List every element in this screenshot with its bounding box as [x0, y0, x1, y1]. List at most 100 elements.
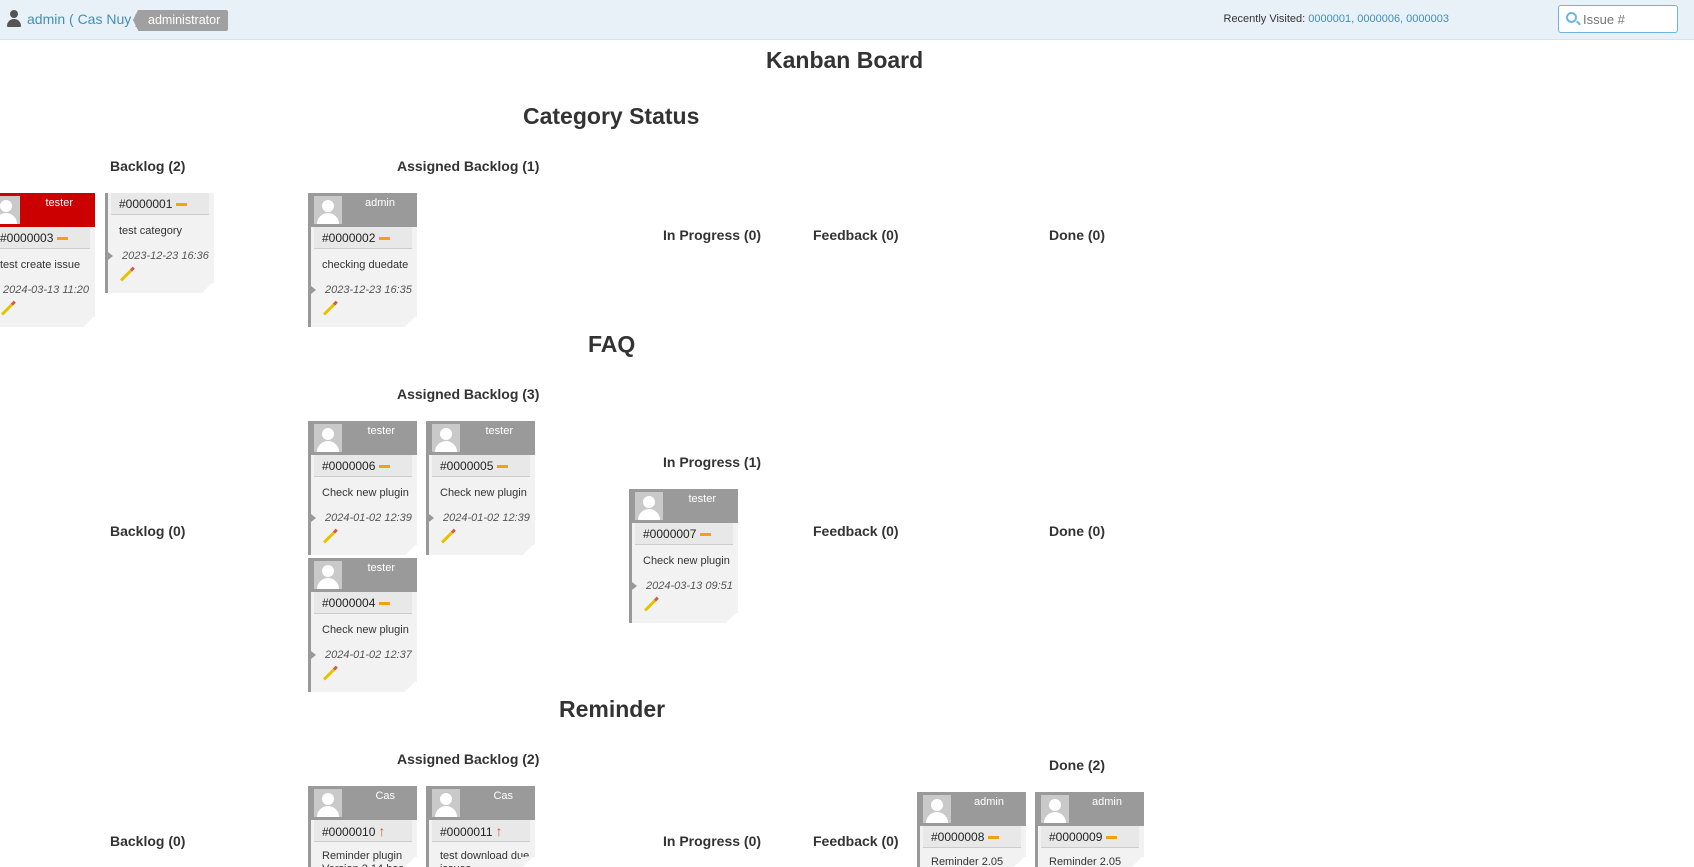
- edit-pencil-icon[interactable]: [440, 531, 454, 544]
- card-header: tester: [311, 421, 417, 455]
- issue-card[interactable]: tester #0000004 Check new plugin 2024-01…: [308, 558, 417, 692]
- avatar: [314, 424, 342, 452]
- priority-high-arrow-icon: ↑: [378, 823, 386, 839]
- card-summary: Reminder 2.05: [1049, 856, 1122, 867]
- issue-card[interactable]: Cas #0000010↑ Reminder plugin Version 2.…: [308, 786, 417, 867]
- avatar: [314, 196, 342, 224]
- card-issue-id[interactable]: #0000009: [1049, 830, 1102, 844]
- issue-card[interactable]: admin #0000002 checking duedate 2023-12-…: [308, 193, 417, 327]
- card-summary: test category: [119, 225, 182, 237]
- search-icon: [1566, 12, 1577, 23]
- card-issue-id[interactable]: #0000011: [440, 825, 493, 839]
- card-issue-id[interactable]: #0000004: [322, 596, 375, 610]
- card-issue-number[interactable]: #0000008: [923, 826, 1021, 848]
- issue-card[interactable]: admin #0000008 Reminder 2.05: [917, 792, 1026, 867]
- card-owner: tester: [45, 197, 73, 209]
- issue-card[interactable]: tester #0000006 Check new plugin 2024-01…: [308, 421, 417, 555]
- card-owner: Cas: [375, 790, 395, 802]
- column-assigned-backlog: Assigned Backlog (3): [397, 386, 540, 402]
- card-issue-id[interactable]: #0000007: [643, 527, 696, 541]
- recently-visited: Recently Visited: 0000001, 0000006, 0000…: [1224, 13, 1450, 25]
- column-done: Done (0): [1049, 227, 1105, 243]
- priority-normal-icon: [176, 203, 188, 207]
- card-issue-number[interactable]: #0000003: [0, 227, 90, 249]
- card-issue-id[interactable]: #0000010: [322, 825, 375, 839]
- edit-pencil-icon[interactable]: [322, 531, 336, 544]
- edit-pencil-icon[interactable]: [0, 303, 14, 316]
- column-in-progress: In Progress (0): [663, 833, 762, 849]
- card-issue-number[interactable]: #0000005: [432, 455, 530, 477]
- card-summary: Check new plugin: [440, 487, 527, 499]
- issue-card[interactable]: #0000001 test category 2023-12-23 16:36: [105, 193, 214, 293]
- issue-card[interactable]: tester #0000005 Check new plugin 2024-01…: [426, 421, 535, 555]
- card-issue-number[interactable]: #0000009: [1041, 826, 1139, 848]
- card-issue-number[interactable]: #0000004: [314, 592, 412, 614]
- card-issue-id[interactable]: #0000005: [440, 459, 493, 473]
- user-menu-link[interactable]: admin ( Cas Nuy ): [27, 11, 140, 27]
- card-issue-id[interactable]: #0000001: [119, 197, 172, 211]
- card-issue-number[interactable]: #0000011 ↑: [432, 820, 530, 842]
- priority-normal-icon: [497, 465, 509, 469]
- card-summary: Reminder plugin Version 2.14 has: [322, 850, 404, 867]
- issue-card[interactable]: admin #0000009 Reminder 2.05: [1035, 792, 1144, 867]
- card-summary: test download due issues: [440, 850, 530, 867]
- card-date: 2024-01-02 12:39: [311, 511, 417, 531]
- issue-search-input[interactable]: [1583, 10, 1673, 28]
- recently-visited-links[interactable]: 0000001, 0000006, 0000003: [1308, 13, 1449, 25]
- card-issue-id[interactable]: #0000006: [322, 459, 375, 473]
- edit-pencil-icon[interactable]: [119, 269, 133, 282]
- card-date: 2024-01-02 12:37: [311, 648, 417, 668]
- card-issue-number[interactable]: #0000010 ↑: [314, 820, 412, 842]
- column-done: Done (0): [1049, 523, 1105, 539]
- card-issue-number[interactable]: #0000002: [314, 227, 412, 249]
- edit-pencil-icon[interactable]: [322, 303, 336, 316]
- card-header: tester: [0, 193, 95, 227]
- priority-normal-icon: [57, 237, 69, 241]
- card-header: admin: [311, 193, 417, 227]
- priority-high-arrow-icon: ↑: [495, 823, 503, 839]
- edit-pencil-icon[interactable]: [322, 668, 336, 681]
- user-icon: [6, 10, 22, 28]
- page-title: Kanban Board: [766, 47, 924, 73]
- card-header: tester: [429, 421, 535, 455]
- card-issue-number[interactable]: #0000006: [314, 455, 412, 477]
- card-summary: Reminder 2.05: [931, 856, 1004, 867]
- card-issue-id[interactable]: #0000008: [931, 830, 984, 844]
- priority-normal-icon: [988, 836, 1000, 840]
- priority-normal-icon: [379, 465, 391, 469]
- card-issue-id[interactable]: #0000003: [0, 231, 53, 245]
- card-date: 2024-03-13 11:20: [0, 283, 95, 303]
- card-owner: tester: [485, 425, 513, 437]
- card-summary: Check new plugin: [643, 555, 730, 567]
- card-issue-number[interactable]: #0000007: [635, 523, 733, 545]
- card-date: 2023-12-23 16:35: [311, 283, 417, 303]
- column-backlog: Backlog (2): [110, 158, 186, 174]
- card-summary: Check new plugin: [322, 487, 409, 499]
- card-header: admin: [1038, 792, 1144, 826]
- card-date: 2024-03-13 09:51: [632, 579, 738, 599]
- issue-card[interactable]: tester #0000003 test create issue 2024-0…: [0, 193, 95, 327]
- recently-visited-label: Recently Visited:: [1223, 13, 1306, 25]
- edit-pencil-icon[interactable]: [643, 599, 657, 612]
- card-header: Cas: [429, 786, 535, 820]
- card-issue-number[interactable]: #0000001: [111, 193, 209, 215]
- card-owner: admin: [1092, 796, 1122, 808]
- priority-normal-icon: [1106, 836, 1118, 840]
- card-summary: checking duedate: [322, 259, 409, 271]
- card-header: tester: [311, 558, 417, 592]
- card-issue-id[interactable]: #0000002: [322, 231, 375, 245]
- column-assigned-backlog: Assigned Backlog (2): [397, 751, 540, 767]
- avatar: [314, 561, 342, 589]
- card-summary: Check new plugin: [322, 624, 409, 636]
- avatar: [1041, 795, 1069, 823]
- card-owner: tester: [367, 425, 395, 437]
- card-header: tester: [632, 489, 738, 523]
- issue-card[interactable]: Cas #0000011↑ test download due issues: [426, 786, 535, 867]
- issue-card[interactable]: tester #0000007 Check new plugin 2024-03…: [629, 489, 738, 623]
- issue-search-box[interactable]: [1558, 5, 1678, 33]
- avatar: [635, 492, 663, 520]
- card-header: Cas: [311, 786, 417, 820]
- navbar: admin ( Cas Nuy ) administrator Recently…: [0, 0, 1694, 40]
- column-feedback: Feedback (0): [813, 227, 899, 243]
- category-title: Category Status: [523, 103, 700, 129]
